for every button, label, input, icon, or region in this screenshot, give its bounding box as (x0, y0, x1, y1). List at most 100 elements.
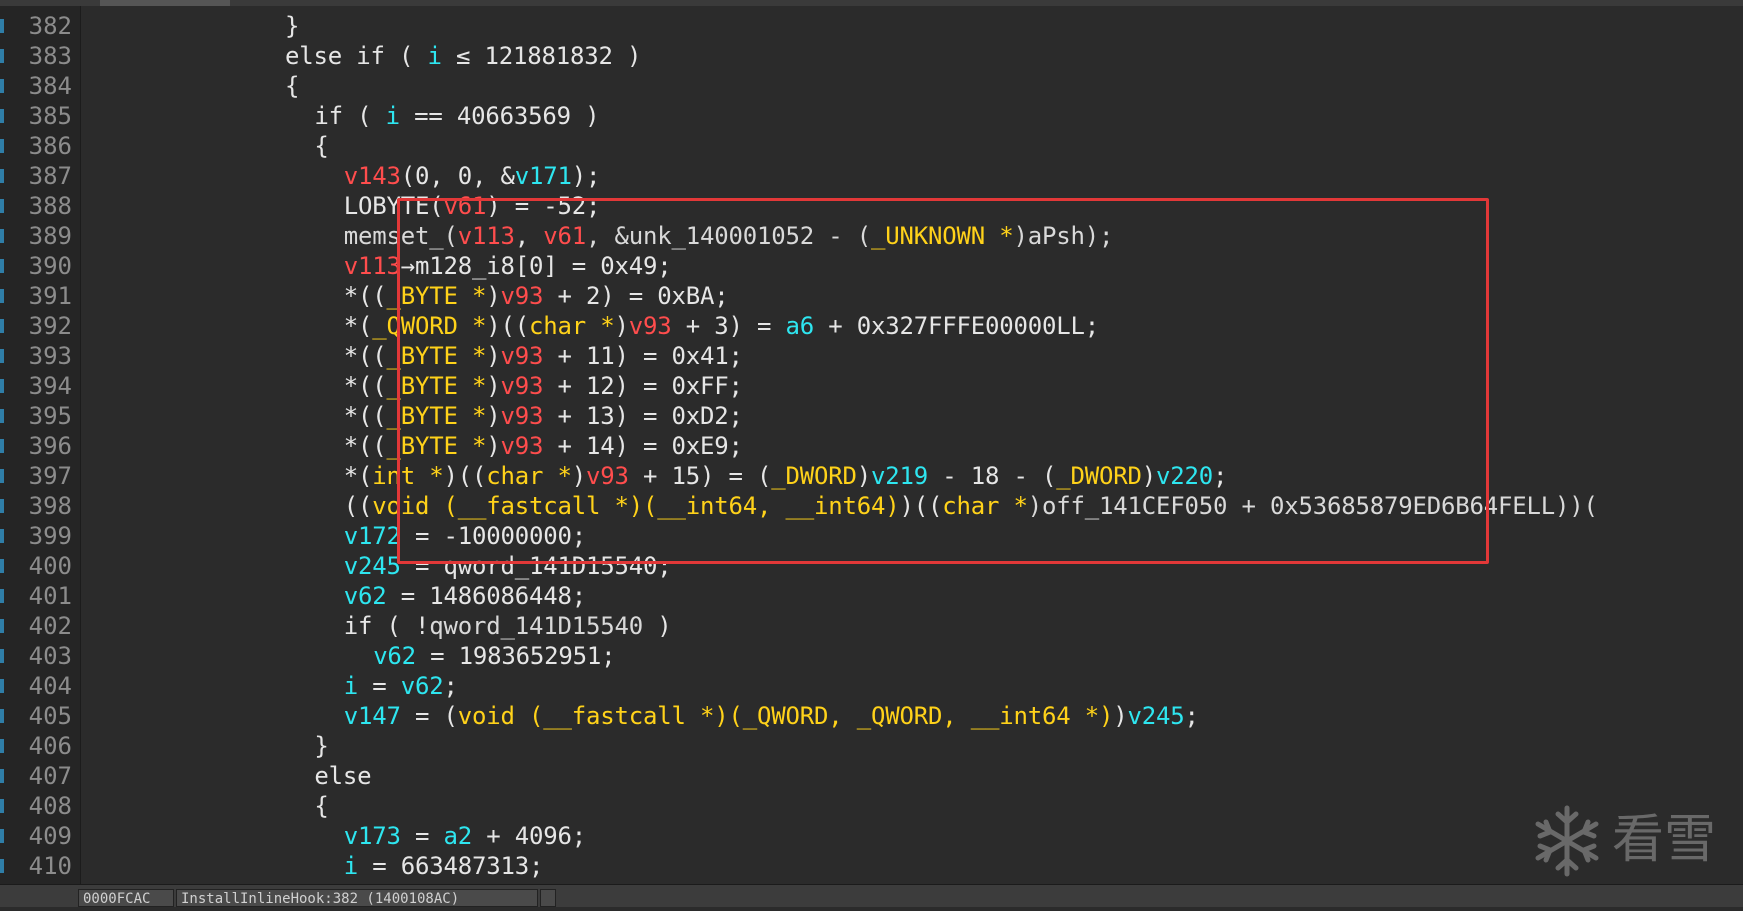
status-address[interactable]: 0000FCAC (78, 889, 174, 907)
code-token[interactable]: i (428, 42, 442, 70)
code-token[interactable]: ) (857, 462, 871, 490)
code-token[interactable]: v143 (344, 162, 401, 190)
status-location[interactable]: InstallInlineHook:382 (1400108AC) (176, 889, 538, 907)
code-token[interactable]: ) (486, 402, 500, 430)
code-token[interactable]: v245 (344, 552, 401, 580)
code-token[interactable]: v172 (344, 522, 401, 550)
code-token[interactable]: void (__fastcall *)(_QWORD, _QWORD, __in… (458, 702, 1114, 730)
code-token[interactable]: if ( ! (344, 612, 430, 640)
code-token[interactable]: = -10000000; (401, 522, 586, 550)
code-token[interactable]: (0, 0, & (401, 162, 515, 190)
code-token[interactable]: = qword_141D15540; (401, 552, 672, 580)
code-token[interactable]: v93 (501, 342, 544, 370)
code-token[interactable]: _QWORD * (372, 312, 486, 340)
code-line[interactable]: ((void (__fastcall *)(__int64, __int64))… (344, 491, 1598, 521)
code-token[interactable]: v93 (501, 432, 544, 460)
code-token[interactable]: + 2) = 0xBA; (543, 282, 729, 310)
code-token[interactable]: v62 (373, 642, 416, 670)
code-token[interactable]: v113 (458, 222, 515, 250)
code-line[interactable]: v62 = 1486086448; (344, 581, 586, 611)
code-token[interactable]: v173 (344, 822, 401, 850)
code-line[interactable]: v113→m128_i8[0] = 0x49; (344, 251, 672, 281)
code-token[interactable]: else if ( (285, 42, 428, 70)
code-line[interactable]: i = 663487313; (344, 851, 544, 881)
code-line[interactable]: else if ( i ≤ 121881832 ) (285, 41, 641, 71)
code-token[interactable]: v171 (515, 162, 572, 190)
code-token[interactable]: v93 (501, 402, 544, 430)
code-line[interactable]: LOBYTE(v61) = -52; (344, 191, 601, 221)
code-token[interactable]: v61 (444, 192, 487, 220)
code-token[interactable]: } (314, 732, 328, 760)
code-token[interactable]: _DWORD (1056, 462, 1142, 490)
code-token[interactable]: ) (486, 282, 500, 310)
code-line[interactable]: v62 = 1983652951; (373, 641, 615, 671)
code-line[interactable]: else (314, 761, 371, 791)
code-line[interactable]: { (314, 791, 328, 821)
code-token[interactable]: memset_( (344, 222, 458, 250)
code-token[interactable]: = 1983652951; (416, 642, 615, 670)
code-token[interactable]: v93 (629, 312, 672, 340)
code-token[interactable]: + 3) = (672, 312, 786, 340)
code-token[interactable]: )(( (900, 492, 943, 520)
code-token[interactable]: { (314, 792, 328, 820)
code-token[interactable]: + 14) = 0xE9; (543, 432, 743, 460)
code-token[interactable]: = (358, 672, 401, 700)
code-token[interactable]: qword_141D15540 (429, 612, 643, 640)
code-token[interactable]: i (386, 102, 400, 130)
code-line[interactable]: *((_BYTE *)v93 + 11) = 0x41; (344, 341, 743, 371)
pseudocode-view[interactable]: } else if ( i ≤ 121881832 ){if ( i == 406… (81, 6, 1743, 884)
code-token[interactable]: - 18 - ( (928, 462, 1056, 490)
code-token[interactable]: v220 (1156, 462, 1213, 490)
code-token[interactable]: )(( (444, 462, 487, 490)
code-line[interactable]: *((_BYTE *)v93 + 13) = 0xD2; (344, 401, 743, 431)
code-token[interactable]: )(( (486, 312, 529, 340)
code-line[interactable]: *(_QWORD *)((char *)v93 + 3) = a6 + 0x32… (344, 311, 1099, 341)
code-token[interactable]: if ( (314, 102, 385, 130)
code-token[interactable]: = 663487313; (358, 852, 543, 880)
code-token[interactable]: *(( (344, 342, 387, 370)
code-token[interactable]: { (285, 72, 299, 100)
code-line[interactable]: } (285, 11, 299, 41)
code-token[interactable]: , (515, 222, 544, 250)
code-line[interactable]: v173 = a2 + 4096; (344, 821, 586, 851)
code-token[interactable]: i (344, 672, 358, 700)
code-line[interactable]: v147 = (void (__fastcall *)(_QWORD, _QWO… (344, 701, 1199, 731)
code-token[interactable]: ); (572, 162, 601, 190)
code-token[interactable]: v62 (401, 672, 444, 700)
code-line[interactable]: v245 = qword_141D15540; (344, 551, 672, 581)
code-token[interactable]: + 4096; (472, 822, 586, 850)
code-line[interactable]: { (314, 131, 328, 161)
code-token[interactable]: _DWORD (771, 462, 857, 490)
code-token[interactable]: ; (444, 672, 458, 700)
code-token[interactable]: v147 (344, 702, 401, 730)
code-token[interactable]: (( (344, 492, 373, 520)
code-token[interactable]: } (285, 12, 299, 40)
code-line[interactable]: *(int *)((char *)v93 + 15) = (_DWORD)v21… (344, 461, 1228, 491)
status-extra-panel[interactable] (540, 889, 556, 907)
code-token[interactable]: v93 (501, 372, 544, 400)
code-token[interactable]: char * (486, 462, 572, 490)
code-token[interactable]: v61 (543, 222, 586, 250)
code-token[interactable]: + 13) = 0xD2; (543, 402, 743, 430)
code-token[interactable]: = (401, 822, 444, 850)
code-token[interactable]: void (__fastcall *)(__int64, __int64) (372, 492, 899, 520)
code-token[interactable]: = ( (401, 702, 458, 730)
code-token[interactable]: v93 (586, 462, 629, 490)
code-token[interactable]: *(( (344, 402, 387, 430)
code-token[interactable]: ) (486, 372, 500, 400)
code-token[interactable]: _BYTE * (387, 372, 487, 400)
code-token[interactable]: a2 (444, 822, 473, 850)
code-token[interactable]: *(( (344, 432, 387, 460)
code-token[interactable]: char * (529, 312, 615, 340)
code-line[interactable]: v172 = -10000000; (344, 521, 586, 551)
code-token[interactable]: { (314, 132, 328, 160)
code-line[interactable]: i = v62; (344, 671, 458, 701)
code-token[interactable]: int * (372, 462, 443, 490)
code-token[interactable]: ) (1113, 702, 1127, 730)
code-token[interactable]: == 40663569 ) (400, 102, 599, 130)
code-line[interactable]: if ( !qword_141D15540 ) (344, 611, 672, 641)
code-token[interactable]: , &unk_140001052 - ( (586, 222, 871, 250)
code-token[interactable]: ) (615, 312, 629, 340)
code-token[interactable]: ; (1213, 462, 1227, 490)
code-token[interactable]: v93 (501, 282, 544, 310)
